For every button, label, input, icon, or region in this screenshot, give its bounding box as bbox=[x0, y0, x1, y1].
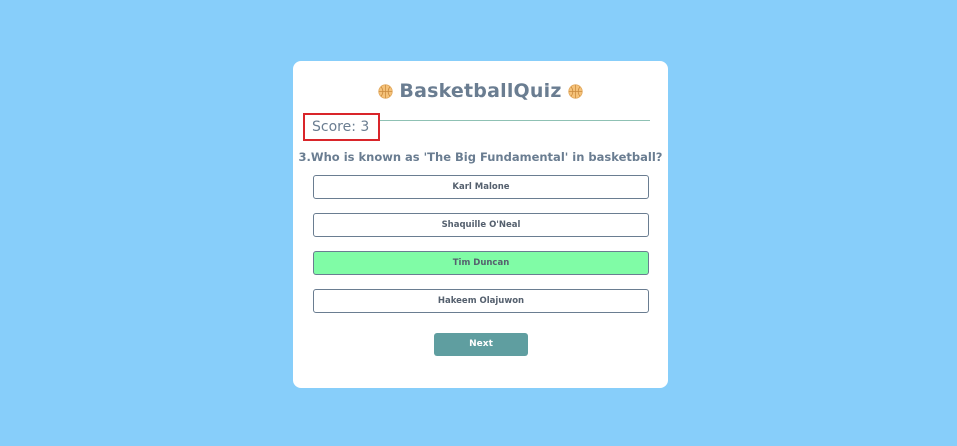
quiz-title: BasketballQuiz bbox=[399, 80, 562, 102]
option-button-3-correct[interactable]: Tim Duncan bbox=[313, 251, 649, 275]
option-button-4[interactable]: Hakeem Olajuwon bbox=[313, 289, 649, 313]
question-text: 3.Who is known as 'The Big Fundamental' … bbox=[298, 150, 663, 164]
score-display: Score: 3 bbox=[303, 113, 380, 141]
next-button[interactable]: Next bbox=[434, 333, 528, 356]
option-button-1[interactable]: Karl Malone bbox=[313, 175, 649, 199]
basketball-icon bbox=[378, 83, 394, 99]
option-button-2[interactable]: Shaquille O'Neal bbox=[313, 213, 649, 237]
quiz-card: BasketballQuiz Score: 3 3.Who is known a… bbox=[293, 61, 668, 388]
title-row: BasketballQuiz bbox=[293, 77, 668, 105]
basketball-icon bbox=[567, 83, 583, 99]
